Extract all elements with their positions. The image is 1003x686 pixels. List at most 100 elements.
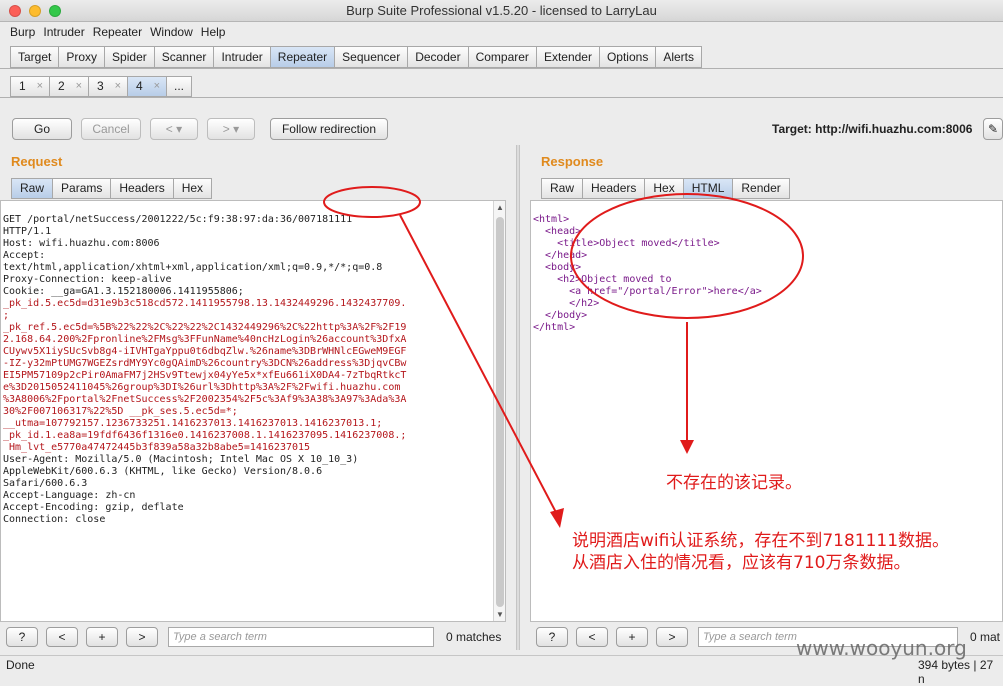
annotation-note-line1: 说明酒店wifi认证系统，存在不到7181111数据。 [572,531,950,551]
request-search-next-button[interactable]: > [126,627,158,647]
status-bytes: 394 bytes | 27 n [918,658,994,686]
request-tab-hex[interactable]: Hex [172,178,213,199]
response-line: <h2>Object moved to [533,274,672,285]
pencil-icon: ✎ [987,122,999,136]
window-title: Burp Suite Professional v1.5.20 - licens… [346,3,657,18]
scroll-thumb[interactable] [496,217,504,607]
request-line: _pk_id.5.ec5d=d31e9b3c518cd572.141195579… [3,298,407,309]
menu-intruder[interactable]: Intruder [39,25,88,39]
annotation-note-line2: 从酒店入住的情况看，应该有710万条数据。 [572,553,911,573]
response-line: </body> [533,310,588,321]
tab-extender[interactable]: Extender [535,46,600,68]
request-line: Accept: [3,250,46,261]
close-tab-icon[interactable]: × [115,77,121,96]
response-tab-render[interactable]: Render [732,178,790,199]
request-matches-count: 0 matches [446,630,502,644]
repeater-tab-3[interactable]: 3 × [88,76,128,97]
response-line: </head> [533,250,588,261]
menu-window[interactable]: Window [146,25,197,39]
request-line: -IZ-y32mPtUMG7WGEZsrdMY9Yc0gQAimD%26coun… [3,358,407,369]
request-search-prev-button[interactable]: < [46,627,78,647]
tab-scanner[interactable]: Scanner [153,46,215,68]
request-line: Proxy-Connection: keep-alive [3,274,172,285]
response-line: <a href="/portal/Error">here</a> [533,286,762,297]
repeater-tab-new[interactable]: ... [166,76,192,97]
tab-sequencer[interactable]: Sequencer [334,46,409,68]
response-tab-html[interactable]: HTML [682,178,734,199]
response-search-add-button[interactable]: + [616,627,648,647]
tab-decoder[interactable]: Decoder [407,46,469,68]
forward-button[interactable]: > ▾ [207,118,255,140]
menu-burp[interactable]: Burp [6,25,39,39]
repeater-tabs: 1 × 2 × 3 × 4 × ... [10,76,192,97]
tab-target[interactable]: Target [10,46,60,68]
request-line: Hm_lvt_e5770a47472445b3f839a58a32b8abe5=… [3,442,311,453]
chevron-down-icon: ▾ [176,122,183,136]
request-line: User-Agent: Mozilla/5.0 (Macintosh; Inte… [3,454,359,465]
repeater-tab-4[interactable]: 4 × [127,76,167,97]
response-tab-hex[interactable]: Hex [644,178,684,199]
request-line: ; [3,310,10,321]
response-line: <html> [533,214,570,225]
watermark: www.wooyun.org [796,636,967,660]
tab-options[interactable]: Options [598,46,657,68]
split-pane-divider[interactable] [516,145,520,650]
cancel-button[interactable]: Cancel [81,118,141,140]
response-help-button[interactable]: ? [536,627,568,647]
close-tab-icon[interactable]: × [154,77,160,96]
response-tab-raw[interactable]: Raw [541,178,584,199]
back-button[interactable]: < ▾ [150,118,198,140]
follow-redirection-button[interactable]: Follow redirection [270,118,388,140]
request-line: Safari/600.6.3 [3,478,88,489]
request-help-button[interactable]: ? [6,627,38,647]
forward-arrow-icon: > [222,122,230,136]
request-line: Connection: close [3,514,106,525]
back-arrow-icon: < [165,122,173,136]
menu-bar: Burp Intruder Repeater Window Help [0,22,1003,42]
request-tab-headers[interactable]: Headers [110,178,174,199]
edit-target-button[interactable]: ✎ [983,118,1003,140]
menu-help[interactable]: Help [197,25,230,39]
request-line: CUywv5X1iySUcSvb8g4-iIVHTgaYppu0t6dbqZlw… [3,346,407,357]
request-line: e%3D2015052411045%26group%3DI%26url%3Dht… [3,382,401,393]
request-tab-raw[interactable]: Raw [11,178,54,199]
target-label: Target: http://wifi.huazhu.com:8006 [772,122,973,136]
tab-comparer[interactable]: Comparer [467,46,537,68]
tab-repeater[interactable]: Repeater [269,46,336,68]
response-tab-headers[interactable]: Headers [582,178,646,199]
close-tab-icon[interactable]: × [76,77,82,96]
repeater-tab-1[interactable]: 1 × [10,76,50,97]
tab-proxy[interactable]: Proxy [58,46,106,68]
request-editor[interactable]: GET /portal/netSuccess/2001222/5c:f9:38:… [0,200,506,622]
request-line: text/html,application/xhtml+xml,applicat… [3,262,383,273]
tab-spider[interactable]: Spider [104,46,155,68]
scroll-down-icon[interactable]: ▼ [496,610,504,619]
request-line: Accept-Encoding: gzip, deflate [3,502,184,513]
minimize-window-button[interactable] [29,5,41,17]
menu-repeater[interactable]: Repeater [89,25,146,39]
close-window-button[interactable] [9,5,21,17]
request-line: Cookie: __ga=GA1.3.152180006.1411955806; [3,286,244,297]
response-search-next-button[interactable]: > [656,627,688,647]
close-tab-icon[interactable]: × [37,77,43,96]
request-scrollbar[interactable]: ▲ ▼ [493,201,505,621]
chevron-down-icon: ▾ [233,122,240,136]
repeater-tab-2[interactable]: 2 × [49,76,89,97]
window-controls [9,5,61,17]
request-search-input[interactable]: Type a search term [168,627,434,647]
request-line: _pk_ref.5.ec5d=%5B%22%22%2C%22%22%2C1432… [3,322,407,333]
go-button[interactable]: Go [12,118,72,140]
scroll-up-icon[interactable]: ▲ [496,203,504,212]
request-line: AppleWebKit/600.6.3 (KHTML, like Gecko) … [3,466,323,477]
repeater-tab-label: 2 [58,79,65,93]
response-tabs: Raw Headers Hex HTML Render [541,178,790,199]
tab-intruder[interactable]: Intruder [213,46,271,68]
response-line: <head> [533,226,582,237]
request-tab-params[interactable]: Params [52,178,112,199]
status-text: Done [6,658,35,672]
response-search-prev-button[interactable]: < [576,627,608,647]
tab-alerts[interactable]: Alerts [655,46,703,68]
repeater-tab-label: 1 [19,79,26,93]
zoom-window-button[interactable] [49,5,61,17]
request-search-add-button[interactable]: + [86,627,118,647]
